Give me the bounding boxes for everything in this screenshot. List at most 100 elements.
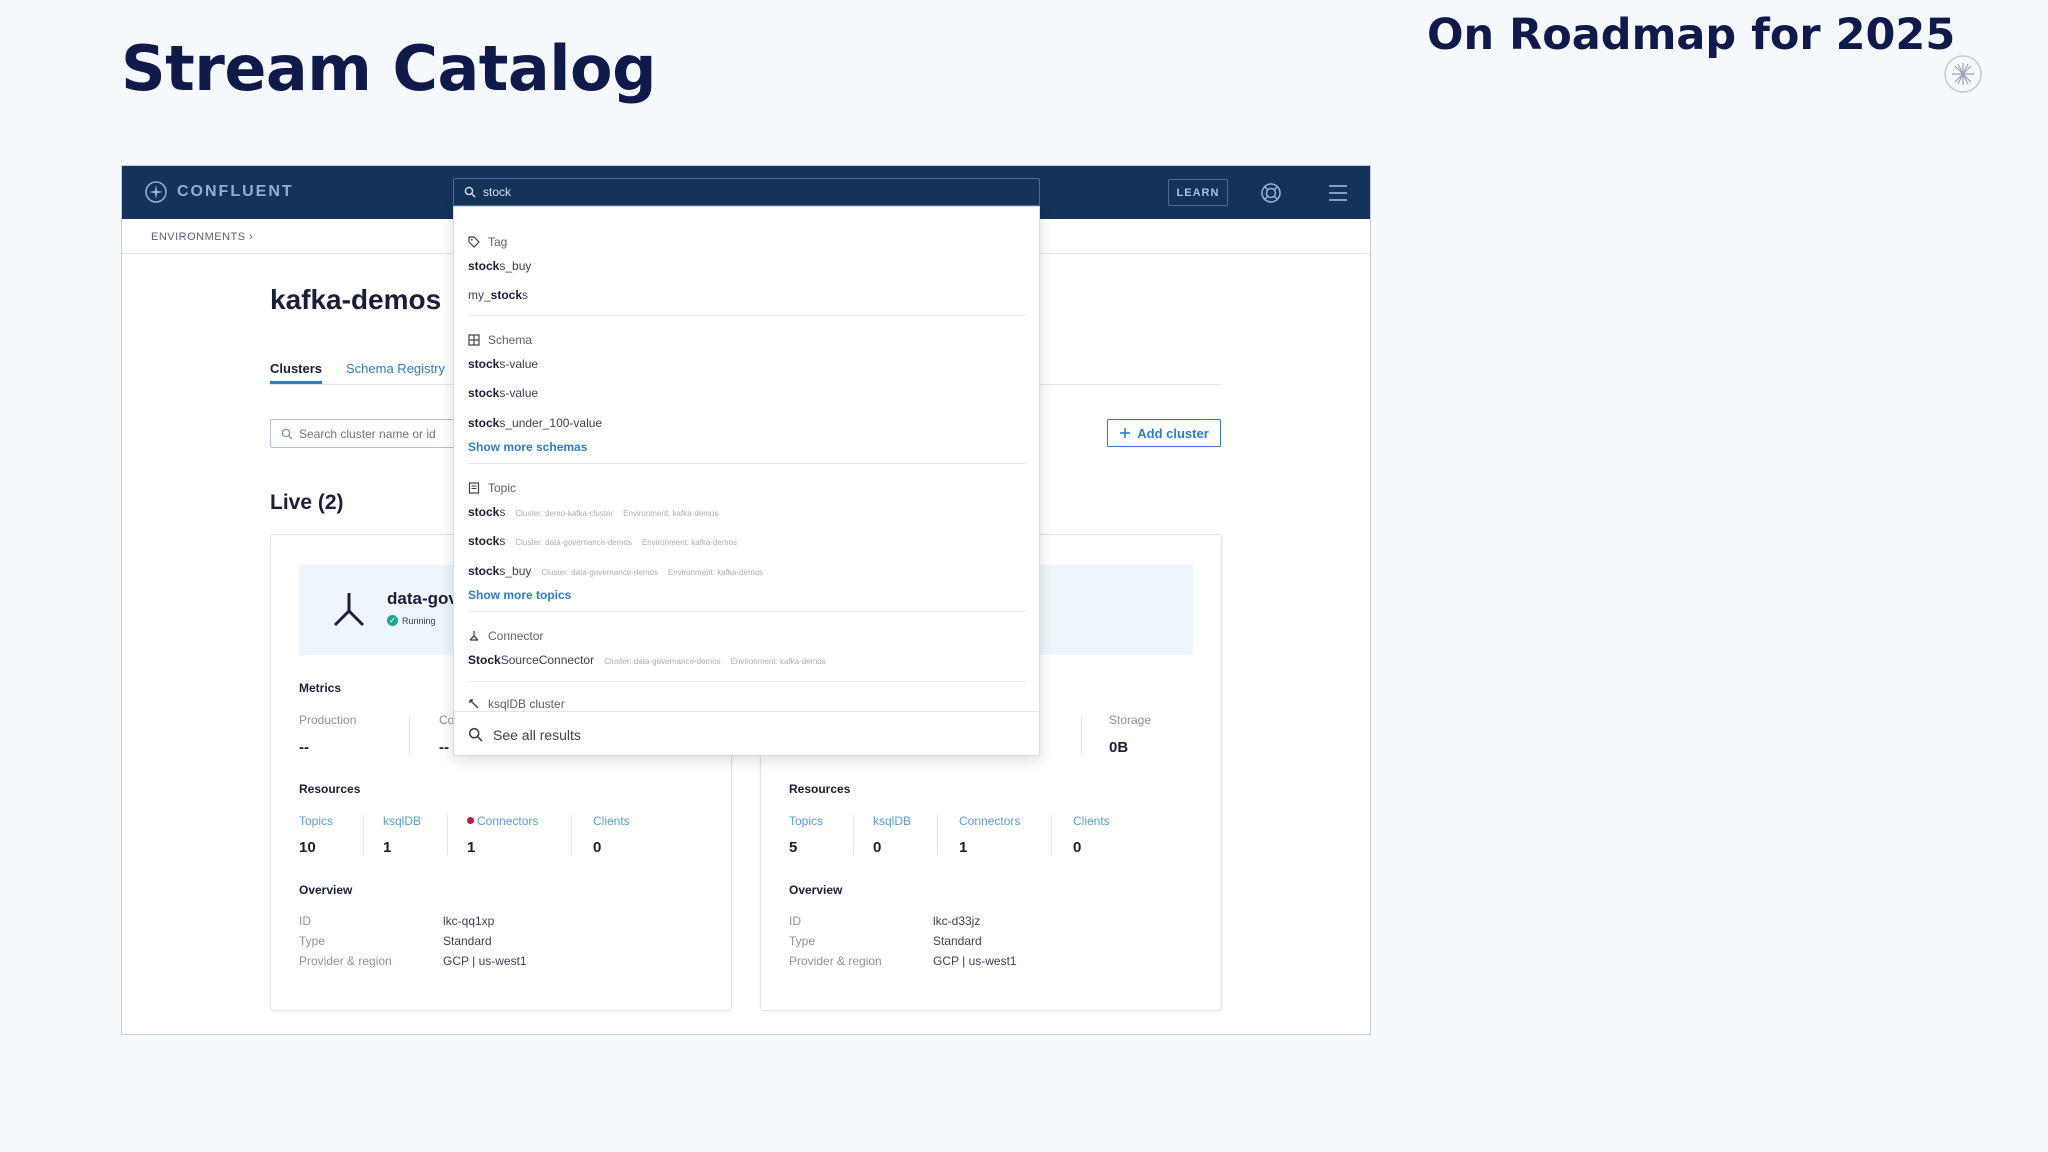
resource-clients-link[interactable]: Clients [593, 814, 630, 828]
search-result-schema[interactable]: stocks-value [468, 357, 538, 371]
match-text: stock [490, 288, 523, 302]
cluster-name[interactable]: data-gov [387, 589, 458, 609]
schema-icon [468, 334, 480, 346]
divider [1081, 715, 1082, 755]
cluster-search[interactable] [270, 419, 465, 448]
overview-value: lkc-d33jz [933, 914, 981, 928]
menu-icon[interactable] [1327, 182, 1349, 204]
search-result-topic[interactable]: stocks Cluster: data-governance-demos Envi… [468, 534, 737, 548]
result-environment: Environment: kafka-demos [667, 568, 764, 577]
app-screenshot: CONFLUENT LEARN ENVIRONMENTS › kafka-dem… [121, 165, 1371, 1035]
breadcrumb-environments[interactable]: ENVIRONMENTS › [151, 231, 253, 243]
result-text: s [522, 288, 529, 302]
add-cluster-button[interactable]: Add cluster [1107, 419, 1221, 447]
resource-connectors-label: Connectors [477, 814, 539, 828]
match-text: stock [468, 505, 500, 519]
overview-key: Type [789, 934, 816, 948]
search-result-schema[interactable]: stocks-value [468, 386, 538, 400]
show-more-schemas-link[interactable]: Show more schemas [468, 440, 587, 454]
ksqldb-icon [469, 699, 479, 709]
overview-key: ID [789, 914, 801, 928]
alert-dot-icon [467, 817, 474, 824]
corner-logo-icon [1944, 55, 1982, 93]
result-text: s_buy [499, 564, 532, 578]
cluster-search-input[interactable] [299, 426, 449, 441]
group-connector: Connector [468, 629, 543, 643]
resource-topics-link[interactable]: Topics [299, 814, 333, 828]
result-text: s [499, 534, 506, 548]
search-icon [468, 727, 483, 742]
overview-heading: Overview [299, 883, 353, 897]
see-all-results-button[interactable]: See all results [454, 711, 1039, 755]
divider [1051, 815, 1052, 855]
slide-title: Stream Catalog [121, 32, 657, 105]
search-result-topic[interactable]: stocks_buy Cluster: data-governance-demos… [468, 564, 763, 578]
match-text: stock [468, 357, 500, 371]
overview-key: ID [299, 914, 311, 928]
resource-clients-link[interactable]: Clients [1073, 814, 1110, 828]
divider [853, 815, 854, 855]
search-result-tag[interactable]: stocks_buy [468, 259, 531, 273]
match-text: Stock [468, 653, 501, 667]
metric-value: -- [439, 739, 449, 756]
resource-ksqldb-link[interactable]: ksqlDB [383, 814, 421, 828]
resource-ksqldb-count: 1 [383, 839, 392, 856]
result-text: s [499, 505, 506, 519]
result-text: my_ [468, 288, 491, 302]
group-topic-label: Topic [488, 481, 517, 495]
brand-name: CONFLUENT [177, 183, 294, 200]
resource-ksqldb-count: 0 [873, 839, 882, 856]
resource-connectors-count: 1 [959, 839, 968, 856]
overview-value: GCP | us-west1 [443, 954, 527, 968]
roadmap-label: On Roadmap for 2025 [1427, 10, 1956, 60]
confluent-logo-icon [145, 181, 167, 203]
group-schema: Schema [468, 333, 532, 347]
divider [363, 815, 364, 855]
search-result-connector[interactable]: StockSourceConnector Cluster: data-govern… [468, 653, 826, 667]
match-text: stock [468, 259, 500, 273]
search-icon [464, 186, 476, 198]
brand[interactable]: CONFLUENT [144, 180, 294, 204]
divider [571, 815, 572, 855]
match-text: stock [468, 534, 500, 548]
result-cluster: Cluster: demo-kafka-cluster [515, 509, 614, 518]
search-result-schema[interactable]: stocks_under_100-value [468, 416, 602, 430]
live-clusters-heading: Live (2) [270, 491, 344, 514]
match-text: stock [468, 386, 500, 400]
check-icon: ✓ [387, 615, 398, 626]
overview-value: GCP | us-west1 [933, 954, 1017, 968]
result-environment: Environment: kafka-demos [730, 657, 826, 666]
divider [468, 611, 1026, 612]
topic-icon [468, 482, 480, 494]
resource-connectors-link[interactable]: Connectors [959, 814, 1020, 828]
resource-topics-link[interactable]: Topics [789, 814, 823, 828]
result-cluster: Cluster: data-governance-demos [515, 538, 632, 547]
overview-key: Provider & region [299, 954, 392, 968]
tab-schema-registry[interactable]: Schema Registry [346, 361, 445, 376]
resource-ksqldb-link[interactable]: ksqlDB [873, 814, 911, 828]
metric-label: Production [299, 713, 357, 727]
group-tag: Tag [468, 235, 507, 249]
divider [468, 315, 1026, 316]
search-result-topic[interactable]: stocks Cluster: demo-kafka-cluster Environ… [468, 505, 718, 519]
add-cluster-label: Add cluster [1137, 425, 1209, 441]
help-icon[interactable] [1259, 181, 1283, 205]
divider [409, 715, 410, 755]
search-result-tag[interactable]: my_stocks [468, 288, 528, 302]
result-cluster: Cluster: data-governance-demos [604, 657, 721, 666]
global-search-input[interactable] [483, 185, 1023, 199]
result-environment: Environment: kafka-demos [641, 538, 738, 547]
metric-value: -- [299, 739, 309, 756]
metric-value: 0B [1109, 739, 1129, 756]
divider [468, 463, 1026, 464]
group-topic: Topic [468, 481, 516, 495]
show-more-topics-link[interactable]: Show more topics [468, 588, 571, 602]
tab-clusters[interactable]: Clusters [270, 361, 323, 384]
resource-connectors-count: 1 [467, 839, 476, 856]
divider [447, 815, 448, 855]
learn-button[interactable]: LEARN [1168, 179, 1228, 206]
resource-clients-count: 0 [593, 839, 602, 856]
resource-clients-count: 0 [1073, 839, 1082, 856]
global-search[interactable] [453, 178, 1040, 206]
resource-connectors-link[interactable]: Connectors [467, 814, 538, 828]
